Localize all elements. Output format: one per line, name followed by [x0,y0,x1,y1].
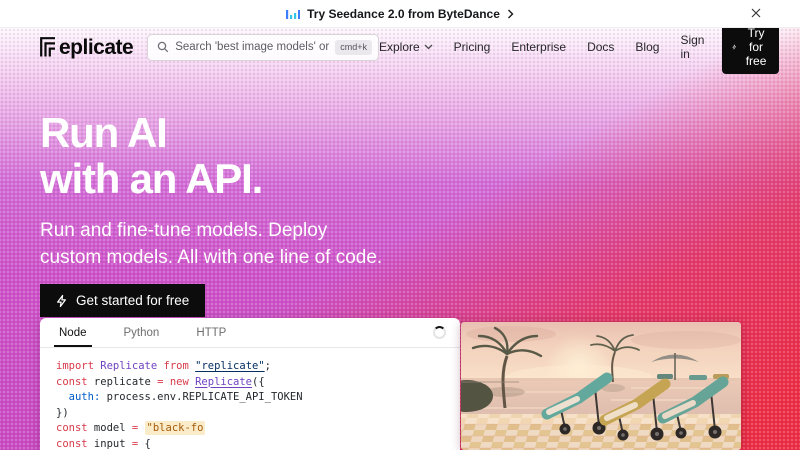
hero-title-line1: Run AI [40,109,168,156]
code-line: const input = { [56,437,151,450]
code-editor-panel: Node Python HTTP import Replicate from "re… [40,318,460,450]
nav-link-enterprise[interactable]: Enterprise [511,40,566,54]
nav-link-sign-in[interactable]: Sign in [680,33,704,61]
replicate-logo[interactable]: eplicate [40,35,134,59]
promo-banner: Try Seedance 2.0 from ByteDance [0,0,800,28]
nav-link-explore[interactable]: Explore [379,40,433,54]
chevron-down-icon [424,44,433,50]
hero-title: Run AI with an API. [40,110,382,202]
code-editor-header: Node Python HTTP [40,318,460,348]
tab-node[interactable]: Node [54,318,92,347]
search-box[interactable]: cmd+k [147,33,379,61]
hero-title-line2: with an API. [40,155,263,202]
tab-http[interactable]: HTTP [191,318,231,347]
code-line: }) [56,406,69,419]
get-started-label: Get started for free [76,293,190,308]
code-line: const model = "black-fo [56,421,206,435]
hero-subtitle: Run and fine-tune models. Deploy custom … [40,217,382,271]
search-input[interactable] [175,41,330,53]
try-for-free-button[interactable]: Try for free [722,20,780,74]
promo-banner-link[interactable]: Try Seedance 2.0 from ByteDance [286,7,514,21]
code-line: auth: process.env.REPLICATE_API_TOKEN [68,391,303,403]
loading-spinner-icon [433,326,446,339]
replicate-homepage: Try Seedance 2.0 from ByteDance eplicate [0,0,800,450]
nav-link-blog[interactable]: Blog [635,40,659,54]
nav-link-docs[interactable]: Docs [587,40,614,54]
banner-close-button[interactable] [751,8,761,18]
hero-subtitle-line2: custom models. All with one line of code… [40,247,383,268]
nav-link-pricing[interactable]: Pricing [454,40,491,54]
code-line: const replicate = new Replicate({ [56,375,265,388]
hero-photo [461,322,741,450]
hero-section: Run AI with an API. Run and fine-tune mo… [40,110,382,317]
search-shortcut-badge: cmd+k [335,39,372,55]
get-started-button[interactable]: Get started for free [40,284,206,317]
tab-python[interactable]: Python [119,318,165,347]
code-tabs: Node Python HTTP [54,318,258,347]
nav-links: Explore Pricing Enterprise Docs Blog Sign in [379,33,704,61]
try-for-free-label: Try for free [745,26,767,68]
main-nav: eplicate cmd+k Explore Pricing Enterprise D… [40,20,780,74]
search-icon [157,41,169,53]
chevron-right-icon [507,9,514,18]
code-line: import Replicate from "replicate"; [56,360,271,372]
replicate-logo-mark-icon [40,37,55,57]
promo-banner-text: Try Seedance 2.0 from ByteDance [307,6,500,21]
logo-wordmark: eplicate [59,35,134,59]
code-block: import Replicate from "replicate"; const … [40,348,460,450]
lightning-bolt-icon [732,44,737,50]
hero-subtitle-line1: Run and fine-tune models. Deploy [40,220,328,241]
close-icon [751,8,761,18]
lightning-bolt-icon [57,294,66,307]
bytedance-logo-icon [286,9,301,19]
sunset-pool-photo [461,322,741,450]
